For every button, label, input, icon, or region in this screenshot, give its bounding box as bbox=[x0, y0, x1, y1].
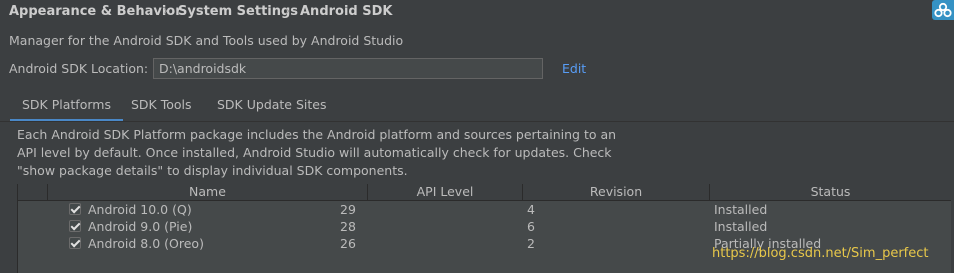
row-name: Android 9.0 (Pie) bbox=[88, 219, 193, 234]
row-status: Installed bbox=[714, 202, 768, 217]
table-row[interactable]: Android 9.0 (Pie) 28 6 Installed bbox=[18, 218, 951, 235]
breadcrumb-separator: › bbox=[163, 4, 169, 19]
row-revision: 6 bbox=[527, 219, 535, 234]
tab-sdk-tools[interactable]: SDK Tools bbox=[119, 90, 204, 120]
row-revision: 4 bbox=[527, 202, 535, 217]
page-description: Manager for the Android SDK and Tools us… bbox=[9, 33, 404, 48]
tab-sdk-update-sites[interactable]: SDK Update Sites bbox=[205, 90, 339, 120]
row-api-level: 28 bbox=[340, 219, 356, 234]
sdk-location-field[interactable] bbox=[153, 58, 543, 79]
breadcrumb-separator: › bbox=[285, 4, 291, 19]
column-header-api-level[interactable]: API Level bbox=[368, 184, 523, 200]
breadcrumb-appearance-behavior[interactable]: Appearance & Behavior bbox=[9, 3, 182, 21]
row-revision: 2 bbox=[527, 236, 535, 251]
header-spacer bbox=[18, 184, 48, 200]
sdk-location-label: Android SDK Location: bbox=[9, 61, 149, 76]
tab-sdk-platforms[interactable]: SDK Platforms bbox=[10, 90, 123, 122]
watermark-text: https://blog.csdn.net/Sim_perfect bbox=[712, 246, 929, 261]
row-api-level: 26 bbox=[340, 236, 356, 251]
row-checkbox[interactable] bbox=[69, 220, 81, 232]
table-header: Name API Level Revision Status bbox=[18, 184, 951, 201]
app-badge-icon bbox=[932, 0, 954, 20]
column-header-name[interactable]: Name bbox=[48, 184, 368, 200]
row-checkbox[interactable] bbox=[69, 203, 81, 215]
column-header-status[interactable]: Status bbox=[710, 184, 951, 200]
row-name: Android 8.0 (Oreo) bbox=[88, 236, 204, 251]
cloud-icon bbox=[934, 2, 952, 18]
row-name: Android 10.0 (Q) bbox=[88, 202, 192, 217]
row-checkbox[interactable] bbox=[69, 237, 81, 249]
table-row[interactable]: Android 10.0 (Q) 29 4 Installed bbox=[18, 201, 951, 218]
column-header-revision[interactable]: Revision bbox=[523, 184, 710, 200]
tab-divider bbox=[0, 121, 954, 122]
platforms-info-text: Each Android SDK Platform package includ… bbox=[17, 127, 617, 178]
breadcrumb-system-settings[interactable]: System Settings bbox=[178, 3, 298, 21]
row-api-level: 29 bbox=[340, 202, 356, 217]
edit-link[interactable]: Edit bbox=[562, 61, 586, 77]
breadcrumb-android-sdk: Android SDK bbox=[300, 4, 393, 19]
row-status: Installed bbox=[714, 219, 768, 234]
